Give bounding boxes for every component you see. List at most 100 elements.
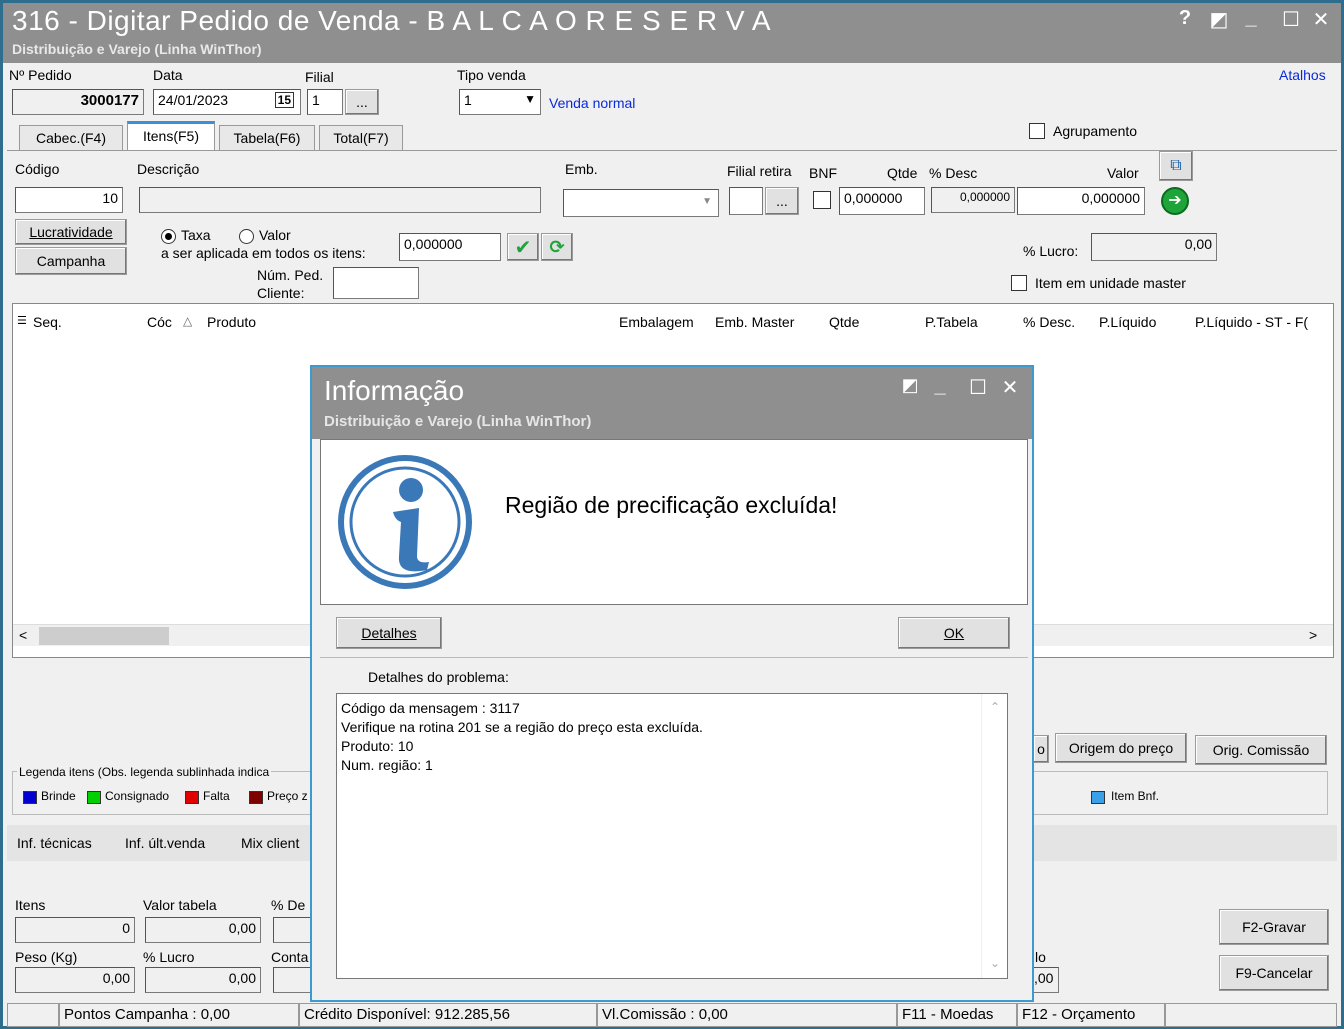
dialog-title-bar[interactable]: Informação Distribuição e Varejo (Linha …: [312, 367, 1032, 439]
maximize-icon[interactable]: ☐: [1279, 7, 1303, 32]
tab-itens[interactable]: Itens(F5): [127, 121, 215, 151]
main-window: 316 - Digitar Pedido de Venda - B A L C …: [0, 0, 1344, 1029]
valor-field[interactable]: 0,000000: [1017, 187, 1145, 215]
filial-search-button[interactable]: ...: [345, 89, 379, 115]
scroll-down-icon[interactable]: ⌄: [990, 956, 1000, 970]
status-pontos: Pontos Campanha : 0,00: [59, 1003, 299, 1027]
dialog-restore-icon[interactable]: ◩: [898, 375, 922, 396]
filial-field[interactable]: 1: [307, 89, 343, 115]
tab-total[interactable]: Total(F7): [319, 125, 403, 151]
copy-icon[interactable]: ⧉: [1159, 151, 1193, 181]
chevron-down-icon[interactable]: ▼: [524, 92, 536, 106]
taxa-label: Taxa: [181, 227, 211, 243]
tipo-venda-value: 1: [464, 92, 472, 108]
dialog-minimize-icon[interactable]: _: [928, 375, 952, 398]
col-p-liquido-st[interactable]: P.Líquido - ST - F(: [1195, 314, 1308, 330]
num-ped-field[interactable]: [333, 267, 419, 299]
details-line-2: Verifique na rotina 201 se a região do p…: [341, 719, 703, 735]
col-produto[interactable]: Produto: [207, 314, 256, 330]
scroll-left-icon[interactable]: <: [19, 627, 27, 643]
col-emb-master[interactable]: Emb. Master: [715, 314, 794, 330]
valor-tabela-field: 0,00: [145, 917, 261, 943]
filial-retira-button[interactable]: ...: [765, 187, 799, 215]
bnf-label: BNF: [809, 165, 837, 181]
dialog-maximize-icon[interactable]: ☐: [966, 375, 990, 400]
scroll-up-icon[interactable]: ⌃: [990, 700, 1000, 714]
lucratividade-button[interactable]: Lucratividade: [15, 219, 127, 245]
legend-consignado: Consignado: [105, 789, 170, 803]
title-bar[interactable]: 316 - Digitar Pedido de Venda - B A L C …: [3, 3, 1341, 63]
details-scrollbar[interactable]: ⌃ ⌄: [981, 694, 1007, 978]
itens-label: Itens: [15, 897, 46, 913]
tab-divider: [7, 150, 1337, 151]
ok-button[interactable]: OK: [898, 617, 1010, 649]
tipo-venda-select[interactable]: 1 ▼: [459, 89, 541, 115]
cliente-label: Cliente:: [257, 285, 305, 301]
totals-desc-field: [273, 917, 311, 943]
orig-comissao-button[interactable]: Orig. Comissão: [1195, 735, 1327, 765]
bnf-checkbox[interactable]: [813, 191, 831, 209]
gravar-button[interactable]: F2-Gravar: [1219, 909, 1329, 945]
data-field[interactable]: 24/01/2023 15: [153, 89, 301, 115]
legend-brinde-swatch: [23, 791, 37, 804]
taxa-radio[interactable]: [161, 229, 176, 244]
column-chooser-icon[interactable]: ☰: [17, 314, 27, 327]
descricao-label: Descrição: [137, 161, 200, 177]
item-master-checkbox[interactable]: [1011, 275, 1027, 291]
minimize-icon[interactable]: _: [1239, 7, 1263, 30]
refresh-icon[interactable]: ⟳: [541, 233, 573, 261]
origem-preco-button[interactable]: Origem do preço: [1055, 733, 1187, 763]
col-seq[interactable]: Seq.: [33, 314, 62, 330]
restore-icon[interactable]: ◩: [1207, 7, 1231, 32]
aplicada-label: a ser aplicada em todos os itens:: [161, 245, 366, 261]
desc-field[interactable]: 0,000000: [931, 187, 1015, 213]
tab-inf-ult-venda[interactable]: Inf. últ.venda: [125, 835, 205, 851]
close-icon[interactable]: ✕: [1309, 7, 1333, 32]
scrollbar-thumb[interactable]: [39, 627, 169, 645]
tab-inf-tecnicas[interactable]: Inf. técnicas: [17, 835, 92, 851]
col-p-liquido[interactable]: P.Líquido: [1099, 314, 1156, 330]
filial-retira-field[interactable]: [729, 187, 763, 215]
col-cod[interactable]: Cóc: [147, 314, 172, 330]
add-item-icon[interactable]: ➔: [1161, 187, 1189, 215]
col-embalagem[interactable]: Embalagem: [619, 314, 694, 330]
descricao-field[interactable]: [139, 187, 541, 213]
apply-check-icon[interactable]: ✔: [507, 233, 539, 261]
campanha-button[interactable]: Campanha: [15, 247, 127, 275]
totals-lucro-label: % Lucro: [143, 949, 195, 965]
calendar-icon[interactable]: 15: [274, 92, 294, 108]
tipo-venda-label: Tipo venda: [457, 67, 526, 83]
tab-cabec[interactable]: Cabec.(F4): [19, 125, 123, 151]
status-cell-empty: [7, 1003, 59, 1027]
agrupamento-checkbox[interactable]: [1029, 123, 1045, 139]
qtde-field[interactable]: 0,000000: [839, 187, 925, 215]
tab-tabela[interactable]: Tabela(F6): [219, 125, 315, 151]
codigo-field[interactable]: 10: [15, 187, 123, 213]
partial-button[interactable]: o: [1033, 735, 1049, 763]
emb-select[interactable]: ▼: [563, 189, 719, 217]
scroll-right-icon[interactable]: >: [1309, 627, 1317, 643]
cancelar-button[interactable]: F9-Cancelar: [1219, 955, 1329, 991]
col-desc[interactable]: % Desc.: [1023, 314, 1075, 330]
detalhes-button[interactable]: Detalhes: [336, 617, 442, 649]
chevron-down-icon[interactable]: ▼: [702, 196, 712, 207]
status-cell-end: [1165, 1003, 1337, 1027]
tab-mix-cliente[interactable]: Mix client: [241, 835, 299, 851]
status-moedas[interactable]: F11 - Moedas: [897, 1003, 1017, 1027]
legend-consignado-swatch: [87, 791, 101, 804]
atalhos-link[interactable]: Atalhos: [1279, 67, 1326, 83]
legend-preco: Preço z: [267, 789, 308, 803]
legend-item-bnf: Item Bnf.: [1111, 789, 1160, 803]
col-p-tabela[interactable]: P.Tabela: [925, 314, 978, 330]
details-textarea[interactable]: Código da mensagem : 3117 Verifique na r…: [336, 693, 1008, 979]
help-icon[interactable]: ?: [1173, 7, 1197, 30]
valor-radio[interactable]: [239, 229, 254, 244]
legend-falta: Falta: [203, 789, 230, 803]
legend-falta-swatch: [185, 791, 199, 804]
valor-tabela-label: Valor tabela: [143, 897, 217, 913]
aplicada-field[interactable]: 0,000000: [399, 233, 501, 261]
status-orcamento[interactable]: F12 - Orçamento: [1017, 1003, 1165, 1027]
pedido-field[interactable]: 3000177: [12, 89, 144, 115]
dialog-close-icon[interactable]: ✕: [998, 375, 1022, 400]
col-qtde[interactable]: Qtde: [829, 314, 859, 330]
